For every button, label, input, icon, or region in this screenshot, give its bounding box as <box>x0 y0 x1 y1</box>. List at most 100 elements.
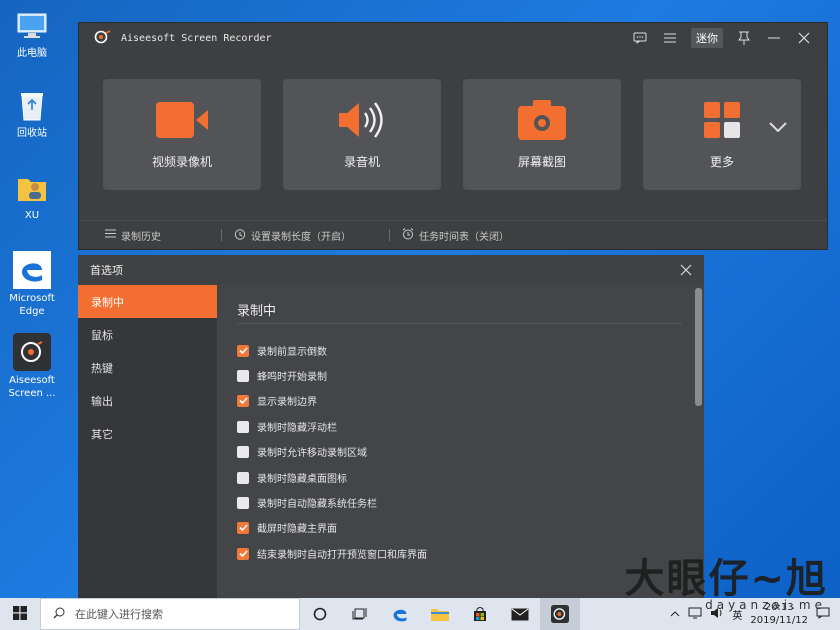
store-icon[interactable] <box>460 598 500 630</box>
recorder-titlebar[interactable]: Aiseesoft Screen Recorder 迷你 <box>79 23 827 53</box>
search-icon <box>53 607 65 622</box>
sidebar-item-other[interactable]: 其它 <box>78 417 217 450</box>
recording-history-button[interactable]: 录制历史 <box>105 228 161 243</box>
file-explorer-icon[interactable] <box>420 598 460 630</box>
task-schedule-label: 任务时间表（关闭） <box>419 231 509 243</box>
feedback-icon[interactable] <box>625 23 655 53</box>
scrollbar[interactable] <box>695 288 702 406</box>
audio-recorder-tile[interactable]: 录音机 <box>283 79 441 190</box>
preferences-titlebar[interactable]: 首选项 <box>78 255 704 285</box>
desktop-icon-label: XU <box>24 210 40 221</box>
desktop-icon-label: 回收站 <box>17 128 47 139</box>
desktop-icon-edge[interactable]: Microsoft Edge <box>0 251 64 318</box>
pin-icon[interactable] <box>729 23 759 53</box>
speaker-icon <box>337 99 387 141</box>
checkbox-checked[interactable] <box>237 394 249 407</box>
desktop-icon-label: 此电脑 <box>17 48 47 59</box>
option-label: 录制时允许移动录制区域 <box>257 448 367 459</box>
screenshot-camera-icon <box>518 99 566 141</box>
recording-length-button[interactable]: 设置录制长度（开启） <box>234 228 351 243</box>
checkbox-unchecked[interactable] <box>237 420 249 433</box>
option-hide-desktop-icons[interactable]: 录制时隐藏桌面图标 <box>237 470 347 485</box>
checkbox-checked[interactable] <box>237 344 249 357</box>
option-label: 录制前显示倒数 <box>257 347 327 358</box>
checkbox-unchecked[interactable] <box>237 471 249 484</box>
watermark-text: 大眼仔~旭 <box>624 556 828 602</box>
desktop-icon-user-folder[interactable]: XU <box>0 170 64 222</box>
option-label: 录制时自动隐藏系统任务栏 <box>257 499 377 510</box>
option-open-preview[interactable]: 结束录制时自动打开预览窗口和库界面 <box>237 546 427 561</box>
desktop-icon-label: Aiseesoft Screen ... <box>8 375 56 399</box>
tray-chevron-up-icon[interactable] <box>670 609 680 620</box>
checkbox-unchecked[interactable] <box>237 369 249 382</box>
grid-icon <box>702 99 742 141</box>
checkbox-checked[interactable] <box>237 547 249 560</box>
section-divider <box>237 323 682 324</box>
tile-label: 视频录像机 <box>151 155 212 169</box>
option-label: 录制时隐藏浮动栏 <box>257 423 337 434</box>
option-label: 显示录制边界 <box>257 397 317 408</box>
minimize-icon[interactable] <box>759 23 789 53</box>
taskbar-aiseesoft-icon[interactable] <box>540 598 580 630</box>
recycle-bin-icon <box>14 88 50 124</box>
chevron-down-icon[interactable] <box>769 117 787 136</box>
task-schedule-button[interactable]: 任务时间表（关闭） <box>402 227 509 243</box>
sidebar-item-recording[interactable]: 录制中 <box>78 285 217 318</box>
checkbox-unchecked[interactable] <box>237 496 249 509</box>
aiseesoft-logo-icon <box>93 29 111 47</box>
desktop-icon-this-pc[interactable]: 此电脑 <box>0 8 64 60</box>
sidebar-item-output[interactable]: 输出 <box>78 384 217 417</box>
recording-history-label: 录制历史 <box>121 231 161 243</box>
menu-icon[interactable] <box>655 23 685 53</box>
checkbox-checked[interactable] <box>237 521 249 534</box>
preferences-close-icon[interactable] <box>668 255 704 285</box>
windows-logo-icon <box>13 605 27 624</box>
desktop-icon-label: Microsoft Edge <box>9 293 55 317</box>
timer-icon <box>234 228 246 243</box>
sidebar-item-mouse[interactable]: 鼠标 <box>78 318 217 351</box>
option-countdown[interactable]: 录制前显示倒数 <box>237 343 327 358</box>
screenshot-tile[interactable]: 屏幕截图 <box>463 79 621 190</box>
tile-label: 屏幕截图 <box>517 155 566 169</box>
task-view-icon[interactable] <box>340 598 380 630</box>
desktop-icon-aiseesoft[interactable]: Aiseesoft Screen ... <box>0 333 64 400</box>
option-label: 截屏时隐藏主界面 <box>257 524 337 535</box>
section-title: 录制中 <box>237 304 277 319</box>
tile-label: 录音机 <box>343 155 380 169</box>
video-recorder-tile[interactable]: 视频录像机 <box>103 79 261 190</box>
search-placeholder: 在此键入进行搜索 <box>75 608 163 621</box>
option-hide-main-on-screenshot[interactable]: 截屏时隐藏主界面 <box>237 520 337 535</box>
preferences-title: 首选项 <box>90 264 123 277</box>
option-label: 结束录制时自动打开预览窗口和库界面 <box>257 550 427 561</box>
more-tile[interactable]: 更多 <box>643 79 801 190</box>
mail-icon[interactable] <box>500 598 540 630</box>
taskbar-edge-icon[interactable] <box>380 598 420 630</box>
cortana-icon[interactable] <box>300 598 340 630</box>
user-folder-icon <box>14 170 50 206</box>
network-icon[interactable] <box>688 607 702 622</box>
taskbar-search-box[interactable]: 在此键入进行搜索 <box>40 598 300 630</box>
option-label: 蜂鸣时开始录制 <box>257 372 327 383</box>
computer-icon <box>14 8 50 44</box>
start-button[interactable] <box>0 598 40 630</box>
option-label: 录制时隐藏桌面图标 <box>257 474 347 485</box>
close-icon[interactable] <box>789 23 819 53</box>
edge-icon <box>13 251 51 289</box>
preferences-sidebar: 录制中 鼠标 热键 输出 其它 <box>78 285 217 599</box>
recorder-title: Aiseesoft Screen Recorder <box>121 32 272 44</box>
option-hide-floatbar[interactable]: 录制时隐藏浮动栏 <box>237 419 337 434</box>
alarm-clock-icon <box>402 227 414 243</box>
sidebar-item-hotkeys[interactable]: 热键 <box>78 351 217 384</box>
option-beep-start[interactable]: 蜂鸣时开始录制 <box>237 368 327 383</box>
preferences-window: 首选项 录制中 鼠标 热键 输出 其它 录制中 录制前显示倒数 蜂鸣时开始录制 … <box>78 255 704 599</box>
list-icon <box>105 229 116 241</box>
option-hide-taskbar[interactable]: 录制时自动隐藏系统任务栏 <box>237 495 377 510</box>
option-show-border[interactable]: 显示录制边界 <box>237 393 317 408</box>
recorder-bottom-bar: 录制历史 设置录制长度（开启） 任务时间表（关闭） <box>79 220 827 249</box>
desktop-icon-recycle-bin[interactable]: 回收站 <box>0 88 64 140</box>
divider <box>389 229 390 241</box>
checkbox-unchecked[interactable] <box>237 445 249 458</box>
tile-label: 更多 <box>709 155 734 169</box>
option-move-region[interactable]: 录制时允许移动录制区域 <box>237 444 367 459</box>
mini-mode-button[interactable]: 迷你 <box>691 28 723 48</box>
